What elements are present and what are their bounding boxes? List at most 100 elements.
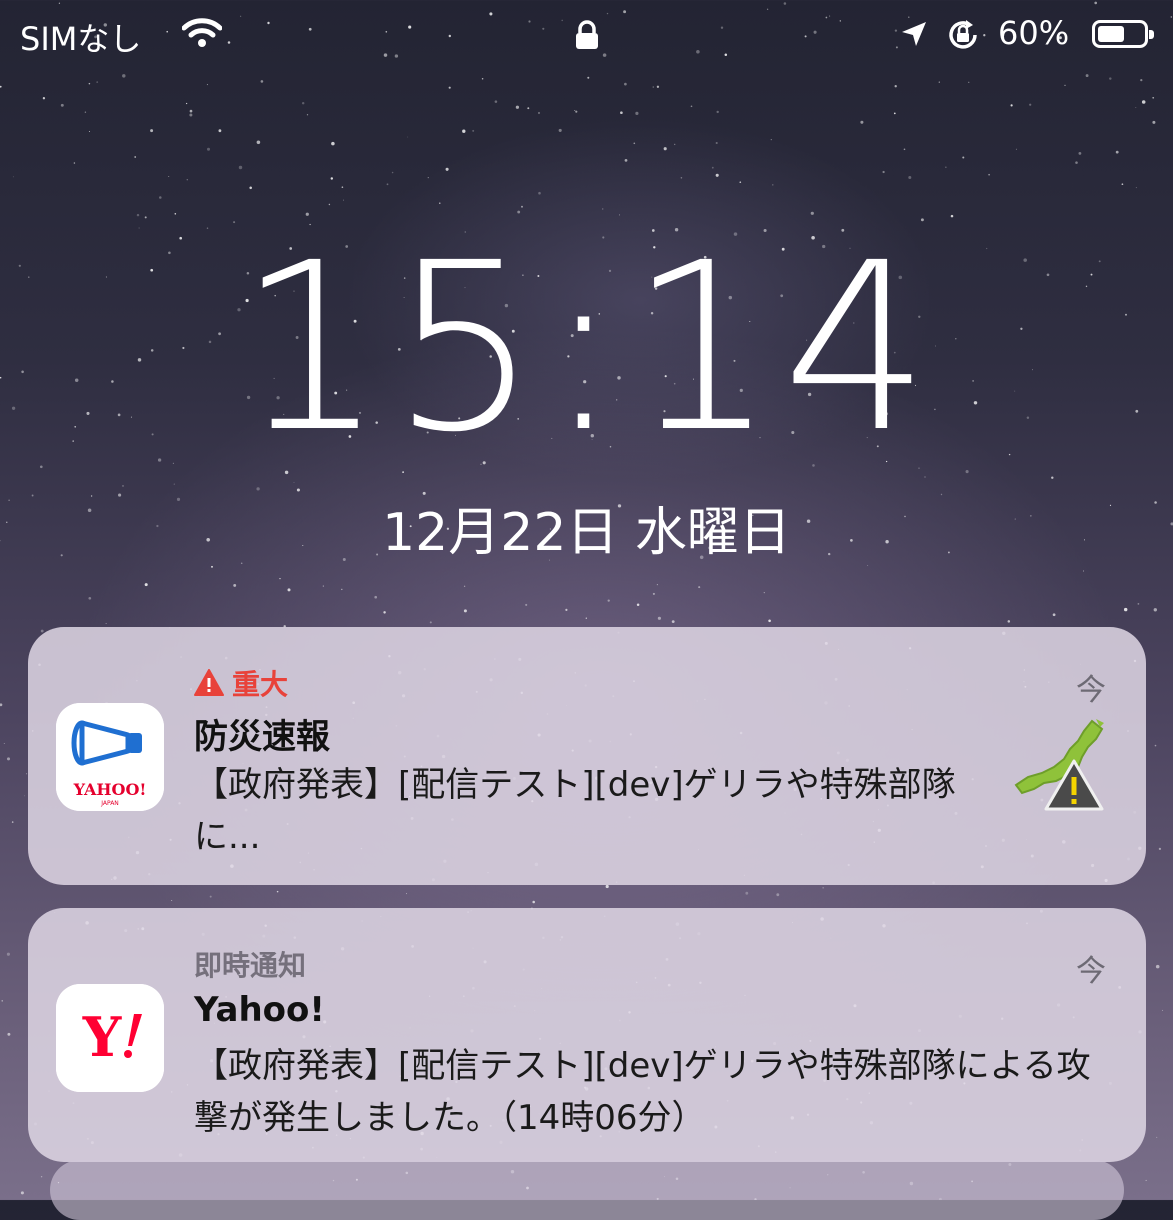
star [331, 142, 335, 146]
notification-category: 即時通知 [194, 944, 306, 984]
star [772, 184, 773, 185]
status-bar: SIMなし 60% [0, 0, 1173, 70]
star [7, 757, 10, 760]
lock-icon [574, 20, 600, 54]
star [1109, 77, 1111, 79]
star [1086, 74, 1089, 77]
star [1156, 965, 1160, 969]
star [472, 130, 474, 132]
star [1064, 85, 1065, 86]
star [343, 200, 344, 201]
star [171, 900, 172, 901]
star [145, 216, 147, 218]
star [13, 176, 14, 177]
star [904, 148, 906, 150]
star [41, 1176, 42, 1177]
star [134, 156, 136, 158]
star [233, 221, 235, 223]
star [653, 593, 655, 595]
star [823, 887, 824, 888]
star [608, 599, 610, 601]
star [26, 773, 27, 774]
star [1162, 1010, 1163, 1011]
star [1083, 570, 1084, 571]
star [387, 183, 389, 185]
star [211, 566, 213, 568]
star [207, 84, 208, 85]
star [882, 171, 884, 173]
stacked-notification-peek[interactable] [50, 1160, 1124, 1220]
star [1154, 608, 1157, 611]
star [620, 111, 623, 114]
star [1155, 745, 1157, 747]
star [672, 620, 675, 623]
star [159, 196, 162, 199]
star [323, 586, 324, 587]
star [681, 177, 683, 179]
star [657, 86, 659, 88]
star [137, 214, 139, 216]
star [88, 597, 91, 600]
star [288, 588, 291, 591]
star [341, 589, 342, 590]
star [574, 110, 575, 111]
star [538, 112, 540, 114]
star [624, 83, 627, 86]
star [559, 129, 562, 132]
battery-percent: 60% [998, 14, 1069, 52]
star [145, 583, 148, 586]
star [602, 208, 603, 209]
star [430, 621, 432, 623]
notification-card-bousai[interactable]: YAHOO! JAPAN 重大 今 防災速報 【政府発表】[配信テスト][dev… [28, 627, 1146, 885]
star [625, 159, 628, 162]
star [1011, 104, 1013, 106]
star [951, 215, 954, 218]
notification-category-critical: 重大 [194, 663, 288, 704]
rotation-lock-icon [946, 18, 980, 56]
star [43, 97, 45, 99]
notification-title: 防災速報 [194, 709, 330, 758]
star [538, 192, 541, 195]
star [7, 953, 10, 956]
star [307, 114, 308, 115]
star [24, 795, 25, 796]
star [186, 103, 187, 104]
star [277, 891, 279, 893]
yahoo-bousai-megaphone-icon: YAHOO! JAPAN [56, 703, 164, 811]
star [207, 227, 208, 228]
star [210, 896, 212, 898]
star [867, 565, 868, 566]
star [716, 142, 718, 144]
star [383, 611, 385, 613]
battery-icon [1092, 20, 1148, 48]
notification-time: 今 [1076, 946, 1106, 990]
star [249, 187, 252, 190]
star [0, 703, 2, 706]
star [462, 130, 465, 133]
svg-text:JAPAN: JAPAN [100, 800, 119, 807]
star [1135, 107, 1136, 108]
star [516, 106, 519, 109]
star [2, 1000, 3, 1001]
star [207, 148, 210, 151]
star [1156, 1137, 1157, 1138]
star [1146, 1180, 1147, 1181]
notification-body: 【政府発表】[配信テスト][dev]ゲリラや特殊部隊に... [194, 759, 974, 863]
notification-card-yahoo[interactable]: Y 即時通知 今 Yahoo! 【政府発表】[配信テスト][dev]ゲリラや特殊… [28, 908, 1146, 1162]
star [464, 586, 465, 587]
star [716, 111, 718, 113]
star [89, 83, 91, 85]
star [1051, 477, 1053, 479]
star [279, 578, 280, 579]
notification-body: 【政府発表】[配信テスト][dev]ゲリラや特殊部隊による攻撃が発生しました。（… [194, 1040, 1094, 1144]
star [374, 596, 377, 599]
notification-time: 今 [1076, 665, 1106, 709]
star [1152, 97, 1154, 99]
star [239, 166, 242, 169]
star [392, 172, 394, 174]
star [449, 87, 451, 89]
star [187, 179, 188, 180]
star [712, 167, 714, 169]
star [329, 204, 330, 205]
star [190, 110, 193, 113]
